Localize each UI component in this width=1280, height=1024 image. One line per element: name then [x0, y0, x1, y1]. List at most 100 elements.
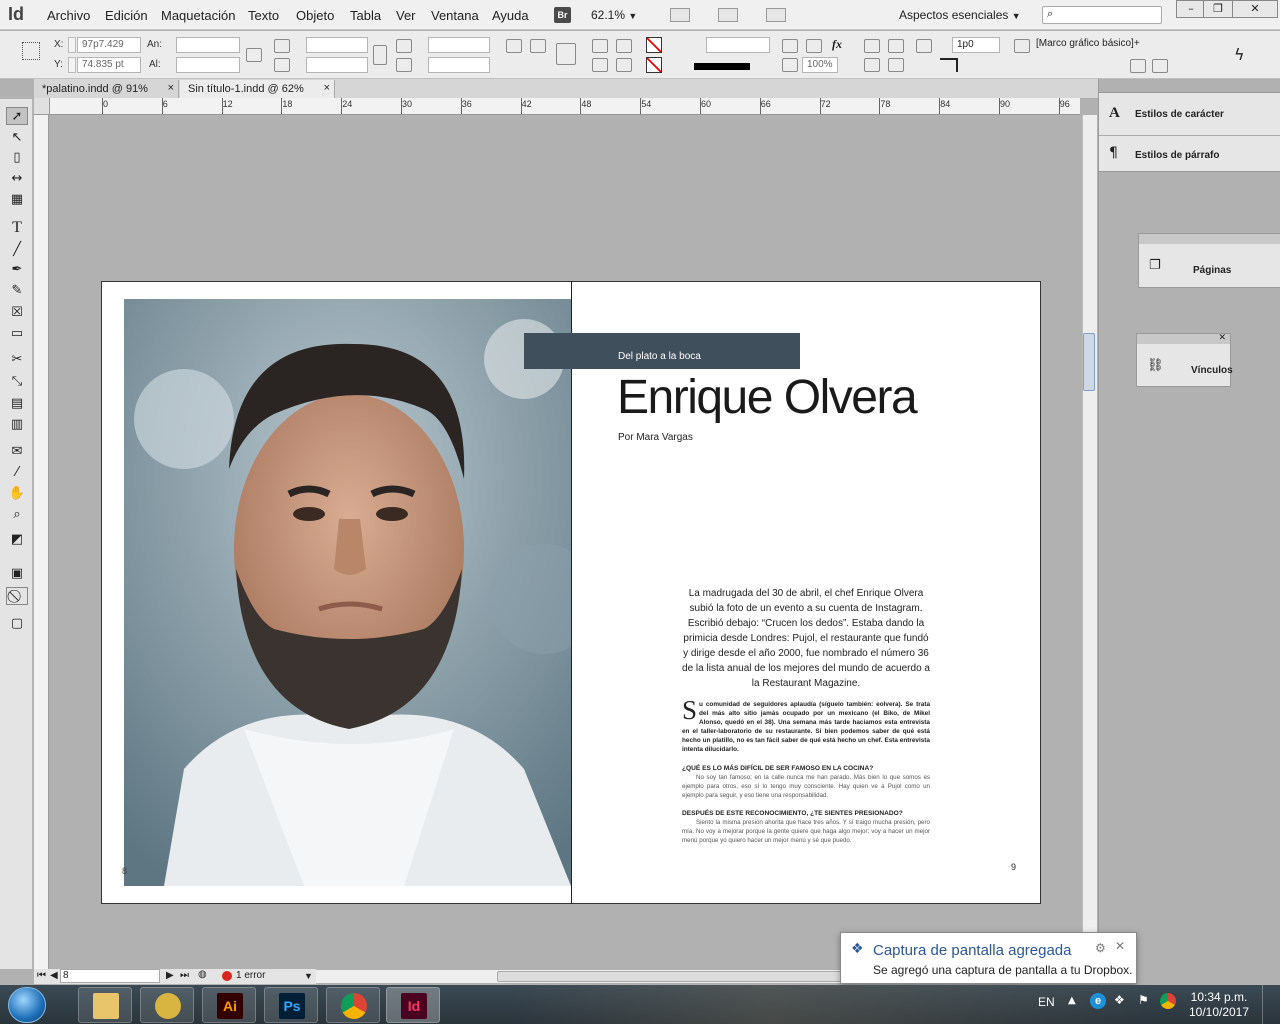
- text-wrap-icon[interactable]: [864, 39, 880, 53]
- tab-palatino[interactable]: *palatino.indd @ 91% ×: [34, 80, 179, 99]
- apply-none-icon[interactable]: ⃠: [6, 587, 28, 605]
- system-clock[interactable]: 10:34 p.m. 10/10/2017: [1188, 990, 1250, 1020]
- zoom-level[interactable]: 62.1% ▼: [591, 8, 637, 22]
- notification-title[interactable]: Captura de pantalla agregada: [873, 942, 1072, 959]
- width-field[interactable]: [176, 37, 240, 53]
- corner-shape-icon[interactable]: [940, 58, 958, 72]
- select-container-icon[interactable]: [616, 39, 632, 53]
- paragraph-styles-icon[interactable]: ¶: [1109, 145, 1118, 161]
- vertical-scroll-thumb[interactable]: [1083, 333, 1095, 391]
- zoom-value[interactable]: 62.1%: [591, 8, 625, 22]
- height-field[interactable]: [176, 57, 240, 73]
- dropbox-notification[interactable]: ❖ Captura de pantalla agregada Se agregó…: [840, 932, 1137, 984]
- chrome-tray-icon[interactable]: [1160, 993, 1176, 1009]
- scale-x-field[interactable]: [306, 37, 368, 53]
- last-page-icon[interactable]: ⏭: [180, 970, 189, 981]
- opacity-field[interactable]: 100%: [802, 57, 838, 73]
- screen-mode-icon[interactable]: [718, 8, 738, 22]
- close-icon[interactable]: ✕: [1218, 333, 1226, 343]
- reference-point-icon[interactable]: [22, 42, 40, 60]
- close-icon[interactable]: ✕: [1115, 939, 1125, 953]
- selection-tool-icon[interactable]: ➚: [6, 107, 28, 125]
- constrain-proportions-icon[interactable]: [246, 48, 262, 62]
- language-indicator[interactable]: EN: [1038, 995, 1055, 1009]
- tools-taskbar-button[interactable]: [140, 987, 194, 1023]
- shear-field[interactable]: [428, 57, 490, 73]
- rectangle-frame-tool-icon[interactable]: ☒: [6, 304, 28, 322]
- menu-ayuda[interactable]: Ayuda: [492, 8, 529, 23]
- fill-swatch[interactable]: [646, 37, 662, 53]
- notification-body[interactable]: Se agregó una captura de pantalla a tu D…: [873, 963, 1133, 977]
- chevron-down-icon[interactable]: ▼: [304, 971, 313, 981]
- fitting-icon[interactable]: [782, 39, 798, 53]
- y-field[interactable]: 74.835 pt: [77, 57, 141, 73]
- menu-texto[interactable]: Texto: [248, 8, 279, 23]
- link-icon[interactable]: [373, 45, 387, 65]
- hand-tool-icon[interactable]: ✋: [6, 485, 28, 503]
- zoom-tool-icon[interactable]: ⌕: [6, 506, 28, 524]
- show-hidden-icons[interactable]: ▲: [1068, 995, 1076, 1006]
- screen-mode-icon[interactable]: ▢: [6, 615, 28, 633]
- panel-header[interactable]: [1137, 334, 1230, 344]
- settings-icon[interactable]: ⚙: [1095, 941, 1106, 955]
- select-content-icon[interactable]: [616, 58, 632, 72]
- panel-links[interactable]: Vínculos: [1191, 365, 1233, 376]
- flip-vertical-icon[interactable]: [592, 58, 608, 72]
- scissors-tool-icon[interactable]: ✂: [6, 351, 28, 369]
- create-style-icon[interactable]: [1152, 59, 1168, 73]
- workspace-switcher[interactable]: Aspectos esenciales ▼: [899, 8, 1021, 22]
- drop-shadow-icon[interactable]: [806, 39, 822, 53]
- tab-label[interactable]: *palatino.indd @ 91%: [42, 83, 148, 95]
- stroke-swatch[interactable]: [646, 57, 662, 73]
- search-input[interactable]: ⌕: [1042, 6, 1162, 24]
- explorer-taskbar-button[interactable]: [78, 987, 132, 1023]
- clock-date[interactable]: 10/10/2017: [1188, 1005, 1250, 1020]
- scale-y-field[interactable]: [306, 57, 368, 73]
- portrait-photo[interactable]: [124, 299, 571, 886]
- answer-1[interactable]: No soy tan famoso; en la calle nunca me …: [682, 773, 930, 800]
- close-icon[interactable]: ×: [324, 82, 330, 94]
- rotate-icon[interactable]: [396, 39, 412, 53]
- lightning-icon[interactable]: ϟ: [1234, 45, 1245, 64]
- align-icon[interactable]: [864, 58, 880, 72]
- menu-ventana[interactable]: Ventana: [431, 8, 479, 23]
- panel-header[interactable]: [1139, 234, 1280, 244]
- gap-tool-icon[interactable]: ↔: [6, 170, 28, 188]
- horizontal-ruler[interactable]: 0 6 12 18 24 30 36 42 48 54 60 66 72 78 84 90 96: [50, 98, 1080, 115]
- question-1[interactable]: ¿QUÉ ES LO MÁS DIFÍCIL DE SER FAMOSO EN …: [682, 764, 932, 773]
- preflight-status[interactable]: 1 error: [236, 970, 265, 981]
- start-button[interactable]: [8, 987, 46, 1023]
- y-stepper[interactable]: [68, 57, 76, 73]
- page-number-value[interactable]: 8: [63, 970, 69, 981]
- gradient-feather-tool-icon[interactable]: ▥: [6, 416, 28, 434]
- menu-ver[interactable]: Ver: [396, 8, 416, 23]
- pencil-tool-icon[interactable]: ✎: [6, 282, 28, 300]
- shear-icon[interactable]: [396, 58, 412, 72]
- pen-tool-icon[interactable]: ✒: [6, 261, 28, 279]
- illustrator-taskbar-button[interactable]: Ai: [202, 987, 256, 1023]
- rotation-field[interactable]: [428, 37, 490, 53]
- links-icon[interactable]: ⛓: [1147, 358, 1164, 373]
- stroke-type-preview[interactable]: [694, 63, 750, 70]
- scale-x-icon[interactable]: [274, 39, 290, 53]
- vertical-ruler[interactable]: [34, 115, 49, 970]
- chevron-down-icon[interactable]: ▼: [628, 11, 637, 21]
- prev-page-icon[interactable]: ◀: [50, 970, 58, 981]
- show-desktop-button[interactable]: [1262, 985, 1280, 1024]
- type-tool-icon[interactable]: T: [6, 219, 28, 237]
- tab-label[interactable]: Sin título-1.indd @ 62%: [188, 83, 304, 95]
- flag-icon[interactable]: ⚑: [1138, 993, 1149, 1007]
- restore-button[interactable]: ❐: [1203, 0, 1233, 18]
- bridge-button[interactable]: Br: [554, 7, 571, 23]
- horizontal-scroll-thumb[interactable]: [497, 971, 882, 982]
- rotate-cw-icon[interactable]: [506, 39, 522, 53]
- answer-2[interactable]: Siento la misma presión ahorita que hace…: [682, 818, 930, 845]
- panel-character-styles[interactable]: Estilos de carácter: [1135, 109, 1224, 120]
- stroke-weight-icon[interactable]: [916, 39, 932, 53]
- pages-icon[interactable]: ❐: [1149, 258, 1161, 273]
- tab-sin-titulo[interactable]: Sin título-1.indd @ 62% ×: [180, 80, 335, 99]
- lede-paragraph[interactable]: La madrugada del 30 de abril, el chef En…: [680, 586, 932, 691]
- view-options-icon[interactable]: [670, 8, 690, 22]
- workspace-label[interactable]: Aspectos esenciales: [899, 8, 1008, 22]
- ruler-origin[interactable]: [34, 98, 50, 115]
